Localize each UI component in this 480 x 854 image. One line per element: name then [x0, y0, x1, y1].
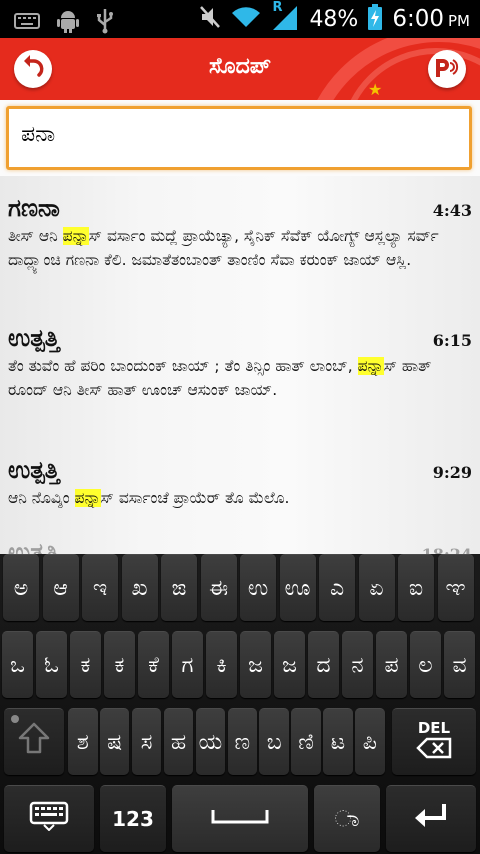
- result-reference: 9:29: [432, 463, 472, 482]
- read-aloud-button[interactable]: [428, 50, 466, 88]
- search-highlight: ಪನ್ನಾ: [62, 227, 89, 245]
- result-book: ಉತ್ಪತ್ತಿ: [8, 324, 60, 352]
- app-header: ಸೊದಪ್: [0, 38, 480, 100]
- letter-key[interactable]: ಈ: [200, 554, 237, 621]
- letter-key[interactable]: ಙ: [161, 554, 197, 621]
- letter-key[interactable]: ಪ: [376, 631, 407, 698]
- letter-key[interactable]: ಇ: [82, 554, 118, 621]
- letter-key[interactable]: ಲ: [410, 631, 441, 698]
- vowel-sign-key[interactable]: ಾ: [314, 785, 380, 852]
- star-icon: ★: [368, 80, 383, 99]
- letter-key[interactable]: ಹ: [163, 708, 194, 775]
- letter-key[interactable]: ಬ: [259, 708, 289, 775]
- letter-key[interactable]: ಕೆ: [138, 631, 169, 698]
- letter-key[interactable]: ಕಿ: [206, 631, 237, 698]
- letter-key[interactable]: ಷ: [99, 708, 130, 775]
- search-highlight: ಪನ್ನಾ: [74, 489, 101, 507]
- search-box[interactable]: [6, 106, 472, 170]
- shift-indicator-dot: [11, 715, 19, 723]
- letter-key[interactable]: ದ: [308, 631, 339, 698]
- letter-key[interactable]: ಜ: [240, 631, 271, 698]
- space-icon: [210, 806, 270, 832]
- letter-key[interactable]: ಣಿ: [291, 708, 321, 775]
- space-key[interactable]: [172, 785, 308, 852]
- keyboard-notification-icon: [14, 12, 40, 34]
- letter-key[interactable]: ಯ: [195, 708, 226, 775]
- letter-key[interactable]: ಗ: [172, 631, 203, 698]
- letter-key[interactable]: ಒ: [2, 631, 33, 698]
- enter-arrow-icon: [412, 801, 450, 837]
- letter-key[interactable]: ಎ: [319, 554, 355, 621]
- status-bar: R 48% 6:00 PM: [0, 0, 480, 38]
- soft-keyboard: ಅಆಇಖಙಈಉಊಎಏಐಞ ಒ ಓ ಕ ಕ ಕೆ ಗ ಕಿ ಜ ಜ ದ ನ ಪ ಲ ವ ಶ ಷ ಸ ಹ ಯ ಣ ಬ ಣಿ ಟ…: [0, 554, 480, 854]
- battery-percent: 48%: [309, 6, 359, 32]
- result-book: ಉತ್ಪತ್ತಿ: [8, 456, 60, 484]
- letter-key[interactable]: ಉ: [240, 554, 276, 621]
- letter-key[interactable]: ಊ: [279, 554, 316, 621]
- result-item-partial[interactable]: ಉತ್ಪತ್ತಿ 18:24: [8, 538, 472, 554]
- result-reference: 6:15: [432, 331, 472, 350]
- result-book: ಉತ್ಪತ್ತಿ: [8, 538, 60, 554]
- letter-key[interactable]: ಅ: [3, 554, 39, 621]
- result-text: ತೀಸ್ ಆನಿ ಪನ್ನಾಸ್ ವರ್ಸಾಂ ಮದ್ಲೆ ಪ್ರಾಯೆಚ್ಯಾ…: [8, 227, 439, 269]
- search-area: [0, 100, 480, 176]
- letter-key[interactable]: ಪಿ: [355, 708, 385, 775]
- result-text: ತೆಂ ತುವೆಂ ಹೆ ಪರಿಂ ಬಾಂದುಂಕ್ ಜಾಯ್ ; ತೆಂ ತಿ…: [8, 357, 432, 399]
- letter-key[interactable]: ಖ: [121, 554, 158, 621]
- android-debug-icon: [56, 8, 80, 38]
- page-title: ಸೊದಪ್: [208, 54, 272, 79]
- result-item[interactable]: ಉತ್ಪತ್ತಿ 6:15 ತೆಂ ತುವೆಂ ಹೆ ಪರಿಂ ಬಾಂದುಂಕ್ …: [8, 324, 472, 402]
- result-item[interactable]: ಉತ್ಪತ್ತಿ 9:29 ಆನಿ ನೊವ್ಶಿಂ ಪನ್ನಾಸ್ ವರ್ಸಾಂಚ…: [8, 456, 472, 510]
- search-highlight: ಪನ್ನಾ: [357, 357, 384, 375]
- letter-key[interactable]: ಕ: [70, 631, 101, 698]
- letter-key[interactable]: ಸ: [131, 708, 162, 775]
- result-item[interactable]: ಗಣನಾ 4:43 ತೀಸ್ ಆನಿ ಪನ್ನಾಸ್ ವರ್ಸಾಂ ಮದ್ಲೆ ಪ…: [8, 194, 472, 272]
- mute-icon: [199, 5, 221, 33]
- result-text: ಆನಿ ನೊವ್ಶಿಂ ಪನ್ನಾಸ್ ವರ್ಸಾಂಚೆ ಪ್ರಾಯೆರ್ ತೊ…: [8, 489, 290, 507]
- numbers-key[interactable]: 123: [100, 785, 166, 852]
- results-list[interactable]: ಗಣನಾ 4:43 ತೀಸ್ ಆನಿ ಪನ್ನಾಸ್ ವರ್ಸಾಂ ಮದ್ಲೆ ಪ…: [0, 176, 480, 554]
- delete-key[interactable]: DEL: [392, 708, 476, 775]
- battery-icon: [368, 4, 383, 34]
- signal-icon: R: [271, 0, 299, 34]
- result-book: ಗಣನಾ: [8, 194, 60, 222]
- result-reference: 18:24: [422, 545, 472, 554]
- backspace-icon: [416, 737, 452, 765]
- letter-key[interactable]: ನ: [342, 631, 373, 698]
- letter-key[interactable]: ಐ: [398, 554, 434, 621]
- shift-key[interactable]: [4, 708, 64, 775]
- letter-key[interactable]: ಆ: [42, 554, 79, 621]
- letter-key[interactable]: ಓ: [36, 631, 67, 698]
- search-input[interactable]: [19, 121, 453, 148]
- letter-key[interactable]: ಟ: [323, 708, 353, 775]
- enter-key[interactable]: [386, 785, 476, 852]
- letter-key[interactable]: ಕ: [104, 631, 135, 698]
- wifi-icon: [231, 5, 261, 33]
- letter-key[interactable]: ಏ: [358, 554, 395, 621]
- result-reference: 4:43: [432, 201, 472, 220]
- letter-key[interactable]: ಞ: [437, 554, 474, 621]
- speaker-icon: [433, 55, 461, 83]
- letter-key[interactable]: ಜ: [274, 631, 305, 698]
- clock: 6:00 PM: [392, 6, 470, 32]
- usb-icon: [96, 8, 114, 38]
- shift-arrow-icon: [18, 722, 50, 762]
- keyboard-icon: [29, 801, 69, 837]
- keyboard-settings-key[interactable]: [4, 785, 94, 852]
- letter-key[interactable]: ಶ: [68, 708, 98, 775]
- letter-key[interactable]: ವ: [444, 631, 475, 698]
- letter-key[interactable]: ಣ: [227, 708, 257, 775]
